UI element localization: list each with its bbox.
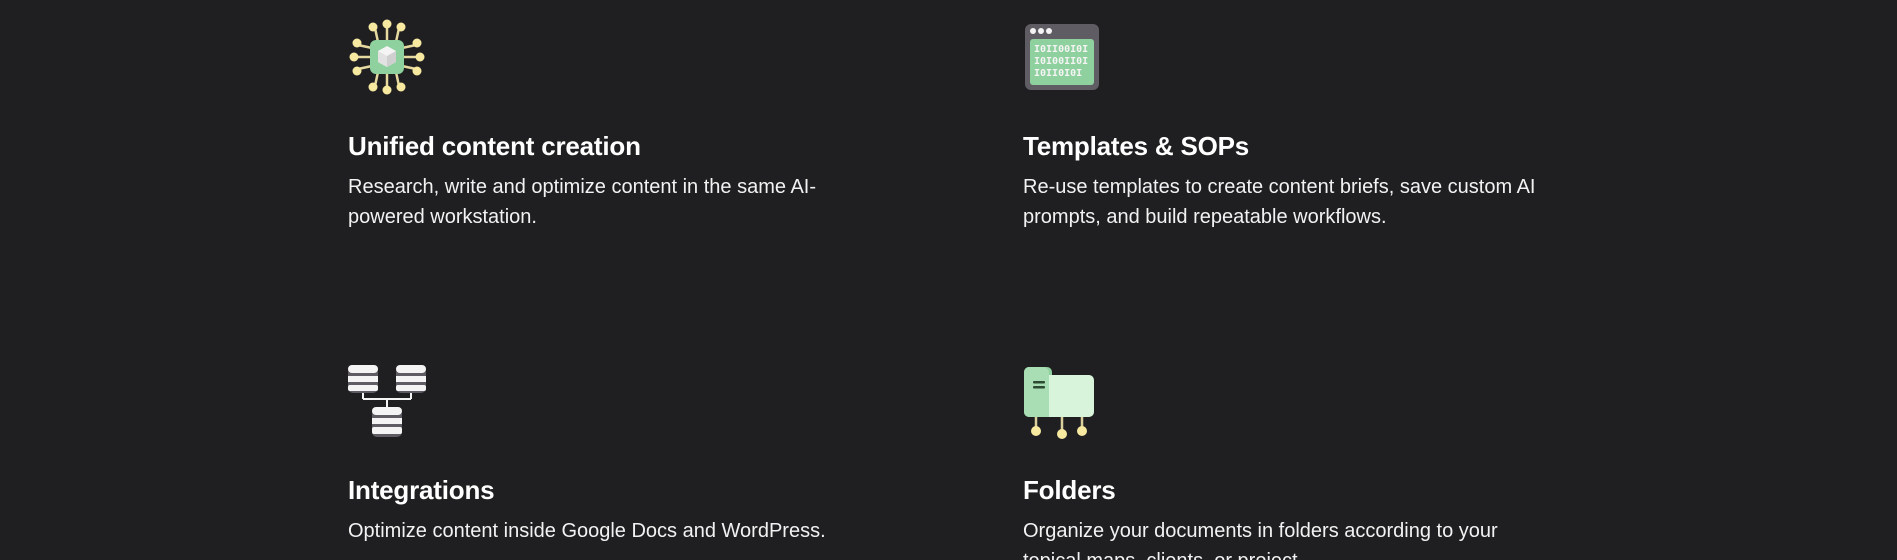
feature-card-integrations: Integrations Optimize content inside Goo… (348, 363, 868, 546)
database-network-icon (348, 363, 426, 441)
feature-title: Templates & SOPs (1023, 131, 1250, 161)
binary-window-icon: I0II00I0I I0I00II0I I0II0I0I (1023, 18, 1101, 96)
feature-description: Re-use templates to create content brief… (1023, 176, 1536, 228)
folder-network-icon (1023, 363, 1101, 441)
feature-title: Folders (1023, 475, 1116, 505)
svg-text:I0I00II0I: I0I00II0I (1034, 56, 1088, 67)
feature-card-folders: Folders Organize your documents in folde… (1023, 363, 1543, 560)
feature-title: Integrations (348, 475, 495, 505)
svg-text:I0II00I0I: I0II00I0I (1034, 44, 1088, 55)
feature-description: Research, write and optimize content in … (348, 176, 817, 228)
svg-text:I0II0I0I: I0II0I0I (1034, 68, 1082, 79)
ai-chip-icon (348, 18, 426, 96)
feature-description: Optimize content inside Google Docs and … (348, 520, 826, 542)
feature-description: Organize your documents in folders accor… (1023, 520, 1498, 560)
feature-title: Unified content creation (348, 131, 641, 161)
feature-card-unified-content-creation: Unified content creation Research, write… (348, 18, 868, 232)
feature-card-templates-sops: I0II00I0I I0I00II0I I0II0I0I Templates &… (1023, 18, 1543, 232)
